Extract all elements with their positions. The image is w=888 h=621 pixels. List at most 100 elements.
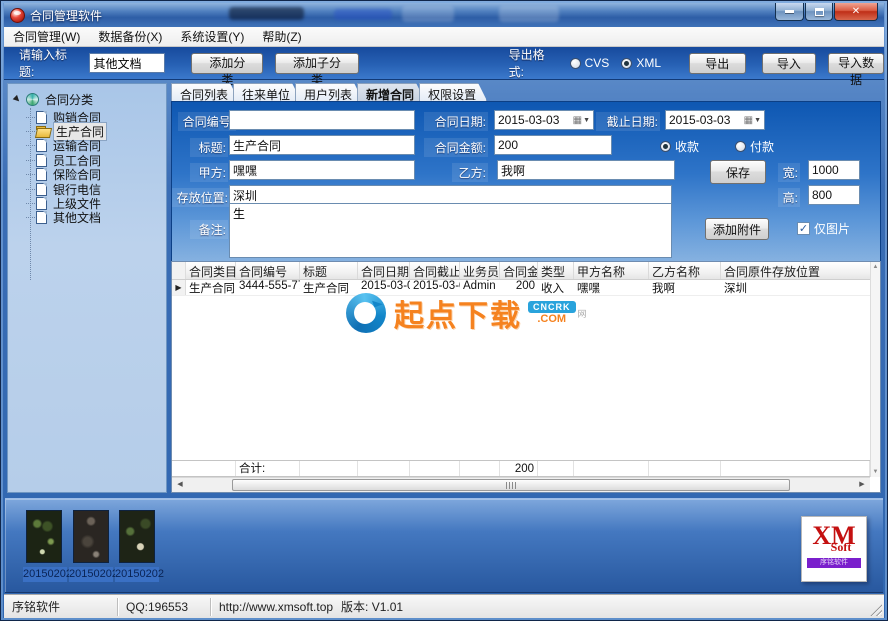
receive-radio[interactable] [660, 141, 671, 152]
tree-expand-icon[interactable]: ▶ [12, 93, 24, 105]
contract-date-label: 合同日期: [424, 112, 488, 131]
attachment-thumbnail[interactable] [26, 510, 62, 563]
window-title: 合同管理软件 [30, 8, 103, 23]
title-input[interactable] [89, 53, 166, 73]
col-salesperson[interactable]: 业务员 [460, 262, 500, 279]
scroll-left-arrow[interactable]: ◀ [172, 478, 188, 492]
col-title[interactable]: 标题 [300, 262, 358, 279]
attachment-thumbnail[interactable] [119, 510, 155, 563]
title-bar[interactable]: 合同管理软件 ✕ [4, 3, 884, 27]
party-b-field[interactable] [497, 160, 675, 180]
format-cvs-option[interactable]: CVS [569, 56, 609, 70]
tab-user-list[interactable]: 用户列表 [295, 83, 363, 101]
horizontal-scrollbar[interactable]: ◀ ▶ [172, 477, 870, 492]
close-button[interactable]: ✕ [834, 3, 878, 21]
remark-label: 备注: [190, 220, 228, 239]
receive-radio-label: 收款 [675, 140, 700, 154]
screenshot-artifact [402, 6, 454, 22]
minimize-button[interactable] [775, 3, 804, 21]
tree-item-other-documents[interactable]: 其他文档 [26, 211, 166, 225]
cvs-radio[interactable] [569, 57, 581, 69]
screenshot-artifact [499, 6, 559, 22]
table-header: 合同类目 合同编号 标题 合同日期 合同截止 业务员 合同金额 类型 甲方名称 … [172, 262, 880, 280]
scroll-right-arrow[interactable]: ▶ [854, 478, 870, 492]
pay-radio-label: 付款 [750, 140, 775, 154]
content-panel: 合同列表 往来单位 用户列表 新增合同 权限设置 合同编号: 合同日期: 201… [171, 83, 881, 493]
open-folder-icon [36, 126, 50, 137]
attachment-label[interactable]: 20150202 [69, 567, 118, 582]
contract-date-value: 2015-03-03 [498, 113, 560, 127]
location-field[interactable] [229, 185, 672, 205]
only-image-option[interactable]: ✓ 仅图片 [797, 220, 850, 237]
xmsoft-logo-banner: 序铭软件 [807, 558, 861, 568]
pay-option[interactable]: 付款 [735, 138, 774, 155]
col-type[interactable]: 类型 [538, 262, 574, 279]
title-field[interactable] [229, 135, 415, 155]
col-amount[interactable]: 合同金额 [500, 262, 538, 279]
tree-root-contract-categories[interactable]: ▶ 合同分类 [12, 91, 166, 108]
thumb-gripper-icon [506, 481, 516, 489]
amount-field[interactable] [494, 135, 612, 155]
deadline-date-picker[interactable]: 2015-03-03 ▦ ▼ [665, 110, 765, 130]
scrollbar-thumb[interactable] [232, 479, 790, 491]
contract-no-input[interactable] [229, 110, 415, 130]
pay-radio[interactable] [735, 141, 746, 152]
add-category-button[interactable]: 添加分类 [191, 52, 264, 87]
tab-new-contract[interactable]: 新增合同 [357, 83, 425, 101]
height-field[interactable] [808, 185, 860, 205]
status-qq: QQ:196553 [126, 599, 189, 614]
menu-data-backup[interactable]: 数据备份(X) [89, 26, 171, 47]
contract-date-picker[interactable]: 2015-03-03 ▦ ▼ [494, 110, 594, 130]
attachment-label[interactable]: 20150202 [23, 567, 72, 582]
tab-contract-list[interactable]: 合同列表 [171, 83, 239, 101]
status-url[interactable]: http://www.xmsoft.top [211, 600, 341, 614]
col-deadline[interactable]: 合同截止 [410, 262, 460, 279]
import-data-button[interactable]: 导入数据 [828, 52, 885, 87]
menu-help[interactable]: 帮助(Z) [253, 26, 310, 47]
save-button[interactable]: 保存 [710, 160, 766, 184]
category-tree: ▶ 合同分类 购销合同 生产合同 运输合同 员工合同 保险合同 银行电信 上级文… [7, 83, 167, 493]
menu-contract-management[interactable]: 合同管理(W) [4, 26, 89, 47]
xml-radio[interactable] [621, 57, 633, 69]
only-image-checkbox[interactable]: ✓ [797, 222, 810, 235]
format-xml-option[interactable]: XML [621, 56, 661, 70]
height-label: 高: [778, 188, 800, 207]
tab-strip: 合同列表 往来单位 用户列表 新增合同 权限设置 [171, 83, 881, 101]
attachment-label[interactable]: 20150202 [115, 567, 164, 582]
cell-original-location: 深圳 [724, 283, 747, 295]
width-field[interactable] [808, 160, 860, 180]
add-attachment-button[interactable]: 添加附件 [705, 218, 769, 240]
remark-textarea[interactable]: 生 [229, 203, 672, 258]
screenshot-artifact [334, 9, 392, 20]
tab-business-units[interactable]: 往来单位 [233, 83, 301, 101]
deadline-label: 截止日期: [596, 112, 660, 131]
resize-grip[interactable] [869, 603, 882, 616]
party-a-label: 甲方: [190, 163, 228, 182]
tab-permission-settings[interactable]: 权限设置 [419, 83, 487, 101]
cell-contract-category: 生产合同 [189, 283, 235, 295]
maximize-button[interactable] [805, 3, 833, 21]
col-original-location[interactable]: 合同原件存放位置 [721, 262, 880, 279]
watermark-domain: CNCRK [528, 301, 576, 313]
col-contract-category[interactable]: 合同类目 [186, 262, 236, 279]
receive-option[interactable]: 收款 [660, 138, 699, 155]
contract-no-label: 合同编号: [178, 112, 236, 131]
col-contract-date[interactable]: 合同日期 [358, 262, 410, 279]
scroll-down-icon: ▼ [872, 469, 879, 475]
col-party-a[interactable]: 甲方名称 [574, 262, 649, 279]
document-icon [36, 110, 47, 124]
category-root-icon [26, 93, 39, 106]
party-a-field[interactable] [229, 160, 415, 180]
attachment-thumbnail[interactable] [73, 510, 109, 563]
export-button[interactable]: 导出 [689, 52, 746, 74]
col-contract-no[interactable]: 合同编号 [236, 262, 300, 279]
title-input-label: 请输入标题: [19, 48, 68, 79]
import-button[interactable]: 导入 [761, 52, 817, 74]
title-label: 标题: [190, 138, 228, 157]
col-party-b[interactable]: 乙方名称 [649, 262, 721, 279]
menu-system-settings[interactable]: 系统设置(Y) [171, 26, 253, 47]
row-indicator-header [172, 262, 186, 279]
add-subcategory-button[interactable]: 添加子分类 [275, 52, 359, 87]
vertical-scrollbar[interactable]: ▲ ▼ [870, 262, 880, 477]
only-image-label: 仅图片 [814, 222, 851, 236]
